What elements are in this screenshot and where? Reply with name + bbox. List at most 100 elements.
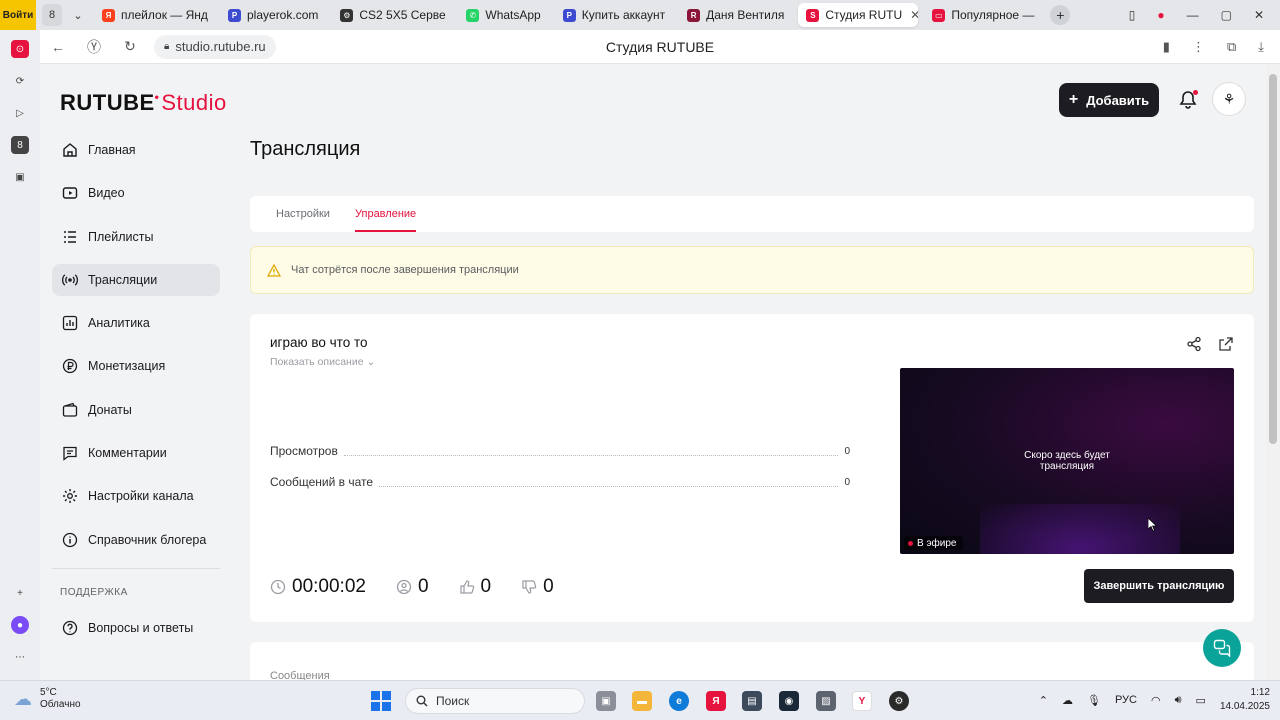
edge-icon[interactable]: e [669, 691, 689, 711]
rutube-studio-logo[interactable]: RUTUBE•Studio [60, 90, 227, 116]
search-icon [416, 695, 428, 707]
share-icon[interactable] [1186, 336, 1202, 352]
sidebar-item-label: Главная [88, 143, 136, 157]
system-tray: ⌃ ☁ 🎙︎ РУС ◠ 🔊︎ ▭ 1:12 14.04.2025 [1039, 686, 1270, 714]
side-menu-icon[interactable]: ⋯ [11, 648, 29, 666]
reload-icon[interactable]: ↻ [112, 38, 148, 55]
warning-text: Чат сотрётся после завершения трансляции [291, 264, 519, 276]
app-icon[interactable]: ▨ [816, 691, 836, 711]
sidebar-support-item[interactable]: Вопросы и ответы [52, 612, 220, 644]
bookmarks-panel-icon[interactable]: ▯ [1129, 8, 1136, 22]
play-side-icon[interactable]: ▷ [11, 104, 29, 122]
file-explorer-icon[interactable]: ▬ [632, 691, 652, 711]
sidebar-item-label: Трансляции [88, 272, 158, 287]
browser-tab[interactable]: ▭ Популярное — [924, 3, 1042, 27]
task-view-icon[interactable]: ▣ [596, 691, 616, 711]
tab-count-button[interactable]: 8 [42, 4, 62, 26]
browser-menu-button[interactable]: Войти [0, 0, 36, 30]
tray-expand-icon[interactable]: ⌃ [1039, 694, 1048, 707]
browser-tab[interactable]: ✆ WhatsApp [458, 3, 548, 27]
likes-metric: 0 [459, 576, 491, 598]
minimize-icon[interactable]: — [1187, 8, 1199, 22]
wifi-icon[interactable]: ◠ [1151, 694, 1161, 707]
yandex-icon[interactable]: Ⓨ [76, 37, 112, 57]
extensions-icon[interactable]: ⧉ [1227, 39, 1236, 55]
url-field[interactable]: 🔒︎ studio.rutube.ru [154, 34, 276, 59]
cs2-icon[interactable]: ⚙ [889, 691, 909, 711]
add-button[interactable]: + Добавить [1059, 83, 1159, 117]
sidebar-item[interactable]: Справочник блогера [52, 524, 220, 556]
weather-temp: 5°C [40, 687, 57, 698]
windows-taskbar: ☁ 5°C Облачно Поиск ▣ ▬ e Я ▤ ◉ ▨ Y ⚙ ⌃ … [0, 680, 1280, 720]
end-stream-button[interactable]: Завершить трансляцию [1084, 569, 1234, 603]
sidebar-item[interactable]: Видео [52, 177, 220, 209]
chat-bubbles-icon [1213, 639, 1231, 657]
page-scrollbar[interactable] [1266, 64, 1280, 680]
browser-tab[interactable]: ⚙ CS2 5X5 Серве [332, 3, 452, 27]
new-tab-button[interactable]: + [1050, 5, 1071, 25]
gallery-side-icon[interactable]: ▣ [11, 168, 29, 186]
thumbs-up-icon [459, 580, 474, 594]
back-arrow-icon[interactable]: ← [40, 39, 76, 55]
browser-tab[interactable]: R Даня Вентиля [679, 3, 792, 27]
sidebar-item[interactable]: Трансляции [52, 263, 220, 296]
yandex-browser-taskbar-icon[interactable]: Y [852, 691, 872, 711]
open-external-icon[interactable] [1218, 336, 1234, 352]
stat-chat-label: Сообщений в чате [270, 475, 374, 489]
sidebar-item[interactable]: Донаты [52, 394, 220, 426]
tab-favicon-icon: Я [102, 8, 115, 22]
volume-icon[interactable]: 🔊︎ [1175, 694, 1182, 707]
bookmark-icon[interactable]: ▮ [1163, 39, 1170, 55]
clock[interactable]: 1:12 14.04.2025 [1220, 686, 1270, 714]
sidebar-item[interactable]: Настройки канала [52, 480, 220, 512]
steam-icon[interactable]: ◉ [779, 691, 799, 711]
browser-tab[interactable]: Яплейлок — Янд [94, 3, 214, 27]
tab-list-chevron-icon[interactable]: ⌄ [68, 4, 88, 26]
language-indicator[interactable]: РУС [1115, 694, 1137, 706]
battery-icon[interactable]: ▭ [1196, 694, 1206, 707]
music-side-icon[interactable]: ⟳ [11, 72, 29, 90]
browser-tab[interactable]: Pplayerok.com [220, 3, 326, 27]
onedrive-icon[interactable]: ☁ [1062, 694, 1073, 707]
tab8-side-icon[interactable]: 8 [11, 136, 29, 154]
stream-preview-player[interactable]: Скоро здесь будет трансляция В эфире [900, 368, 1234, 554]
sidebar-item[interactable]: Монетизация [52, 350, 220, 382]
notifications-bell-icon[interactable] [1178, 90, 1198, 110]
alice-icon[interactable]: ● [11, 616, 29, 634]
close-icon[interactable]: ✕ [1254, 8, 1264, 22]
support-chat-button[interactable] [1203, 629, 1241, 667]
tab-label: Студия RUTU [825, 8, 903, 22]
sidebar-item[interactable]: Комментарии [52, 437, 220, 469]
avatar[interactable]: ⚘ [1212, 82, 1246, 116]
money-icon [62, 358, 78, 374]
microphone-icon[interactable]: 🎙︎ [1087, 694, 1101, 707]
tab-favicon-icon: ✆ [466, 8, 480, 22]
sidebar-item[interactable]: Аналитика [52, 307, 220, 339]
add-panel-icon[interactable]: + [11, 584, 29, 602]
cloud-icon: ☁ [14, 688, 32, 709]
profile-icon[interactable]: ● [1157, 8, 1164, 22]
downloads-icon[interactable]: ⤓ [1258, 39, 1264, 55]
taskbar-search[interactable]: Поиск [405, 688, 585, 714]
tab-close-icon[interactable]: ✕ [910, 8, 918, 22]
tab-favicon-icon: P [228, 8, 241, 22]
store-icon[interactable]: ▤ [742, 691, 762, 711]
sidebar-item[interactable]: Плейлисты [52, 221, 220, 253]
tab-favicon-icon: S [806, 8, 820, 22]
sidebar-item[interactable]: Главная [52, 134, 220, 166]
browser-tab[interactable]: P Купить аккаунт [555, 3, 673, 27]
browser-tab[interactable]: S Студия RUTU ✕ [798, 3, 919, 27]
yandex-side-icon[interactable]: ⊙ [11, 40, 29, 58]
start-button[interactable] [371, 691, 391, 711]
show-description-link[interactable]: Показать описание ⌄ [270, 356, 375, 368]
studio-header: RUTUBE•Studio + Добавить ⚘ [40, 64, 1266, 134]
weather-widget[interactable]: ☁ 5°C Облачно [14, 687, 81, 711]
yandex-taskbar-icon[interactable]: Я [706, 691, 726, 711]
maximize-icon[interactable]: ▢ [1221, 8, 1232, 22]
tab-management[interactable]: Управление [355, 196, 417, 232]
more-icon[interactable]: ⋮ [1192, 39, 1205, 55]
tab-settings[interactable]: Настройки [276, 196, 330, 232]
info-icon [62, 532, 78, 548]
clock-date: 14.04.2025 [1219, 701, 1270, 712]
scrollbar-thumb[interactable] [1269, 74, 1277, 444]
